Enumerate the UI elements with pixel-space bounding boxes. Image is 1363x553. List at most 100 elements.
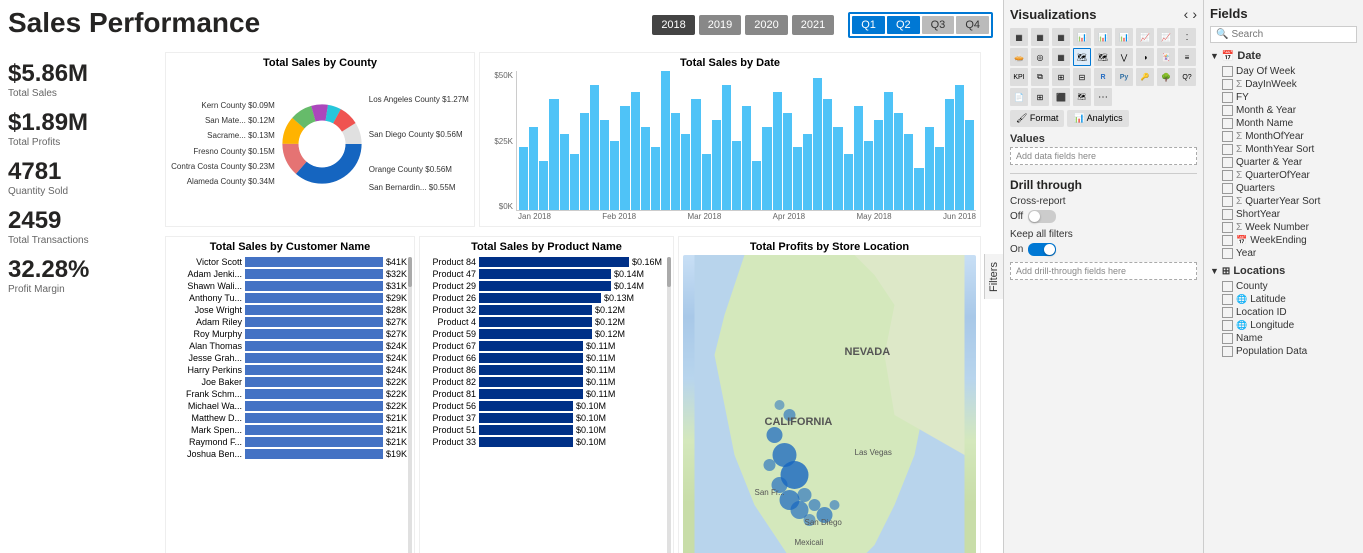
- field-item: ΣQuarterYear Sort: [1210, 195, 1357, 208]
- viz-icon-kpi[interactable]: KPI: [1010, 68, 1028, 86]
- viz-icon-python[interactable]: Py: [1115, 68, 1133, 86]
- list-item: Product 51 $0.10M: [424, 425, 669, 435]
- field-checkbox[interactable]: [1222, 183, 1233, 194]
- viz-icon-multirow[interactable]: ≡: [1178, 48, 1196, 66]
- keep-filters-toggle[interactable]: [1028, 243, 1056, 256]
- field-checkbox[interactable]: [1222, 196, 1233, 207]
- field-checkbox[interactable]: [1222, 209, 1233, 220]
- format-btn[interactable]: 🖌 Format: [1010, 110, 1064, 127]
- viz-icon-more[interactable]: ⋯: [1094, 88, 1112, 106]
- q2-btn[interactable]: Q2: [887, 16, 920, 34]
- field-checkbox[interactable]: [1222, 346, 1233, 357]
- search-icon: 🔍: [1216, 29, 1228, 40]
- viz-icon-clustered[interactable]: 📊: [1073, 28, 1091, 46]
- chart-county: Total Sales by County Kern County $0.09M…: [165, 52, 475, 227]
- viz-nav-next[interactable]: ›: [1192, 6, 1197, 22]
- field-checkbox[interactable]: [1222, 222, 1233, 233]
- chart-date: Total Sales by Date $50K $25K $0K: [479, 52, 981, 227]
- viz-icon-card[interactable]: 🃏: [1157, 48, 1175, 66]
- field-item: Population Data: [1210, 345, 1357, 358]
- viz-nav-prev[interactable]: ‹: [1184, 6, 1189, 22]
- viz-icon-map[interactable]: 🗺: [1073, 48, 1091, 66]
- field-checkbox[interactable]: [1222, 66, 1233, 77]
- viz-icon-qa[interactable]: Q?: [1178, 68, 1196, 86]
- viz-icon-field-map[interactable]: ⊞: [1031, 88, 1049, 106]
- viz-icon-funnel[interactable]: ⋁: [1115, 48, 1133, 66]
- svg-text:San Fr...: San Fr...: [755, 488, 785, 497]
- viz-icon-key-influencer[interactable]: 🔑: [1136, 68, 1154, 86]
- viz-icon-filled-map[interactable]: 🗺: [1094, 48, 1112, 66]
- viz-icon-bar[interactable]: ▦: [1010, 28, 1028, 46]
- list-item: Product 82 $0.11M: [424, 377, 669, 387]
- field-checkbox[interactable]: [1222, 281, 1233, 292]
- field-checkbox[interactable]: [1222, 170, 1233, 181]
- list-item: Product 56 $0.10M: [424, 401, 669, 411]
- field-checkbox[interactable]: [1222, 131, 1233, 142]
- donut-chart[interactable]: [277, 99, 367, 189]
- list-item: Product 81 $0.11M: [424, 389, 669, 399]
- field-group-locations-header[interactable]: ▼ ⊞ Locations: [1210, 263, 1357, 279]
- svg-text:San Diego: San Diego: [805, 518, 843, 527]
- field-checkbox[interactable]: [1222, 105, 1233, 116]
- year-2021-btn[interactable]: 2021: [792, 15, 834, 35]
- q3-btn[interactable]: Q3: [922, 16, 955, 34]
- filters-toggle[interactable]: Filters: [984, 254, 1003, 300]
- field-item: Month & Year: [1210, 104, 1357, 117]
- list-item: Product 86 $0.11M: [424, 365, 669, 375]
- field-checkbox[interactable]: [1222, 248, 1233, 259]
- viz-icon-line[interactable]: 📈: [1136, 28, 1154, 46]
- viz-icon-slicer[interactable]: ⧉: [1031, 68, 1049, 86]
- viz-icon-table[interactable]: ⊞: [1052, 68, 1070, 86]
- svg-text:NEVADA: NEVADA: [845, 346, 891, 358]
- viz-icon-shape[interactable]: ⬛: [1052, 88, 1070, 106]
- table-icon: ⊞: [1222, 266, 1230, 277]
- field-group-date: ▼ 📅 Date Day Of Week ΣDayInWeek FY Month…: [1210, 48, 1357, 260]
- add-data-fields-box[interactable]: Add data fields here: [1010, 147, 1197, 165]
- fields-search-box[interactable]: 🔍: [1210, 26, 1357, 43]
- field-checkbox[interactable]: [1222, 294, 1233, 305]
- field-group-date-header[interactable]: ▼ 📅 Date: [1210, 48, 1357, 64]
- svg-text:CALIFORNIA: CALIFORNIA: [765, 416, 833, 428]
- cross-report-toggle[interactable]: [1028, 210, 1056, 223]
- viz-icon-scatter[interactable]: ⁚: [1178, 28, 1196, 46]
- add-drill-fields-box[interactable]: Add drill-through fields here: [1010, 262, 1197, 280]
- map-visual[interactable]: NEVADA CALIFORNIA San Diego Las Vegas Sa…: [683, 255, 976, 553]
- viz-icon-pie[interactable]: 🥧: [1010, 48, 1028, 66]
- drill-through-title: Drill through: [1010, 178, 1197, 192]
- viz-icon-r[interactable]: R: [1094, 68, 1112, 86]
- viz-icon-donut[interactable]: ◎: [1031, 48, 1049, 66]
- field-checkbox[interactable]: [1222, 307, 1233, 318]
- field-checkbox[interactable]: [1222, 333, 1233, 344]
- table-row: Roy Murphy $27K: [170, 329, 410, 339]
- chart-county-title: Total Sales by County: [170, 57, 470, 69]
- field-checkbox[interactable]: [1222, 144, 1233, 155]
- viz-icon-100bar[interactable]: ▦: [1052, 28, 1070, 46]
- chevron-down-icon: ▼: [1210, 51, 1219, 61]
- field-checkbox[interactable]: [1222, 79, 1233, 90]
- year-2019-btn[interactable]: 2019: [699, 15, 741, 35]
- viz-icon-stacked-col[interactable]: 📊: [1094, 28, 1112, 46]
- field-checkbox[interactable]: [1222, 118, 1233, 129]
- field-checkbox[interactable]: [1222, 157, 1233, 168]
- year-2018-btn[interactable]: 2018: [652, 15, 694, 35]
- year-2020-btn[interactable]: 2020: [745, 15, 787, 35]
- viz-icon-decomp[interactable]: 🌳: [1157, 68, 1175, 86]
- products-list[interactable]: Product 84 $0.16M Product 47 $0.14M Prod…: [424, 257, 669, 449]
- customers-list[interactable]: Victor Scott $41K Adam Jenki... $32K Sha…: [170, 257, 410, 461]
- viz-icon-azure[interactable]: 🗺: [1073, 88, 1091, 106]
- fields-search-input[interactable]: [1231, 29, 1351, 40]
- analytics-btn[interactable]: 📊 Analytics: [1067, 110, 1128, 127]
- viz-icon-stacked[interactable]: ▦: [1031, 28, 1049, 46]
- date-bars[interactable]: [516, 71, 976, 211]
- q1-btn[interactable]: Q1: [852, 16, 885, 34]
- viz-icon-100col[interactable]: 📊: [1115, 28, 1133, 46]
- field-checkbox[interactable]: [1222, 92, 1233, 103]
- viz-icon-paginated[interactable]: 📄: [1010, 88, 1028, 106]
- q4-btn[interactable]: Q4: [956, 16, 989, 34]
- viz-icon-gauge[interactable]: ◑: [1136, 48, 1154, 66]
- field-checkbox[interactable]: [1222, 320, 1233, 331]
- viz-icon-treemap[interactable]: ▦: [1052, 48, 1070, 66]
- field-checkbox[interactable]: [1222, 235, 1233, 246]
- viz-icon-area[interactable]: 📈: [1157, 28, 1175, 46]
- viz-icon-matrix[interactable]: ⊟: [1073, 68, 1091, 86]
